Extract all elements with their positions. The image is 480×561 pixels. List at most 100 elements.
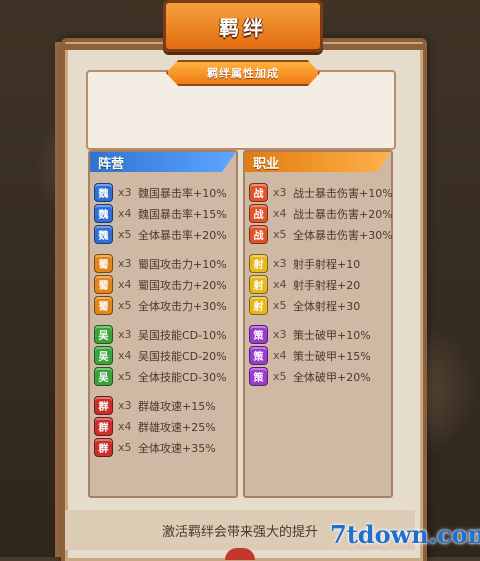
bond-multiplier: x3 xyxy=(273,257,287,270)
bond-multiplier: x4 xyxy=(273,278,287,291)
bond-description: 吴国技能CD-10% xyxy=(138,328,227,342)
bond-description: 射手射程+20 xyxy=(293,278,361,292)
bond-row: 吴 x3 吴国技能CD-10% xyxy=(94,324,227,345)
class-badge-icon: 战 xyxy=(249,204,268,223)
faction-header: 阵营 xyxy=(90,152,236,172)
class-group-1: 射 x3 射手射程+10 射 x4 射手射程+20 射 x5 全体射程+30 xyxy=(249,253,360,316)
bond-description: 全体技能CD-30% xyxy=(138,370,227,384)
faction-group-3: 群 x3 群雄攻速+15% 群 x4 群雄攻速+25% 群 x5 全体攻速+35% xyxy=(94,395,216,458)
faction-badge-icon: 蜀 xyxy=(94,275,113,294)
bond-description: 蜀国攻击力+20% xyxy=(138,278,227,292)
watermark: 7tdown.com xyxy=(330,520,480,549)
bond-row: 群 x5 全体攻速+35% xyxy=(94,437,216,458)
class-badge-icon: 战 xyxy=(249,225,268,244)
bottom-button-edge[interactable] xyxy=(225,548,255,560)
bond-row: 战 x4 战士暴击伤害+20% xyxy=(249,203,393,224)
attribute-bonus-title: 羁绊属性加成 xyxy=(207,67,279,80)
bond-description: 战士暴击伤害+10% xyxy=(293,186,393,200)
class-group-0: 战 x3 战士暴击伤害+10% 战 x4 战士暴击伤害+20% 战 x5 全体暴击伤害+30% xyxy=(249,182,393,245)
faction-badge-icon: 蜀 xyxy=(94,296,113,315)
bond-multiplier: x4 xyxy=(118,207,132,220)
bond-row: 吴 x4 吴国技能CD-20% xyxy=(94,345,227,366)
class-badge-icon: 策 xyxy=(249,325,268,344)
bond-multiplier: x3 xyxy=(273,186,287,199)
bond-row: 群 x3 群雄攻速+15% xyxy=(94,395,216,416)
class-header-label: 职业 xyxy=(253,156,280,172)
bond-multiplier: x5 xyxy=(118,228,132,241)
attribute-bonus-ribbon: 羁绊属性加成 xyxy=(166,60,320,86)
class-badge-icon: 射 xyxy=(249,296,268,315)
bond-multiplier: x5 xyxy=(273,370,287,383)
bond-multiplier: x5 xyxy=(118,299,132,312)
faction-header-label: 阵营 xyxy=(98,156,125,172)
bond-row: 策 x4 策士破甲+15% xyxy=(249,345,371,366)
class-group-2: 策 x3 策士破甲+10% 策 x4 策士破甲+15% 策 x5 全体破甲+20% xyxy=(249,324,371,387)
bond-multiplier: x4 xyxy=(118,420,132,433)
bond-description: 策士破甲+10% xyxy=(293,328,371,342)
faction-group-0: 魏 x3 魏国暴击率+10% 魏 x4 魏国暴击率+15% 魏 x5 全体暴击率+20% xyxy=(94,182,227,245)
faction-badge-icon: 群 xyxy=(94,417,113,436)
bond-description: 全体攻击力+30% xyxy=(138,299,227,313)
bond-description: 群雄攻速+15% xyxy=(138,399,216,413)
bond-row: 策 x5 全体破甲+20% xyxy=(249,366,371,387)
bond-description: 射手射程+10 xyxy=(293,257,361,271)
bond-row: 射 x3 射手射程+10 xyxy=(249,253,360,274)
bond-description: 战士暴击伤害+20% xyxy=(293,207,393,221)
bond-row: 吴 x5 全体技能CD-30% xyxy=(94,366,227,387)
faction-group-1: 蜀 x3 蜀国攻击力+10% 蜀 x4 蜀国攻击力+20% 蜀 x5 全体攻击力+30% xyxy=(94,253,227,316)
title-banner: 羁绊 xyxy=(163,0,323,52)
bond-row: 蜀 x3 蜀国攻击力+10% xyxy=(94,253,227,274)
bond-row: 魏 x3 魏国暴击率+10% xyxy=(94,182,227,203)
bond-description: 全体攻速+35% xyxy=(138,441,216,455)
faction-badge-icon: 魏 xyxy=(94,225,113,244)
bond-row: 射 x5 全体射程+30 xyxy=(249,295,360,316)
bond-description: 蜀国攻击力+10% xyxy=(138,257,227,271)
bond-multiplier: x3 xyxy=(273,328,287,341)
bond-row: 蜀 x5 全体攻击力+30% xyxy=(94,295,227,316)
bond-multiplier: x3 xyxy=(118,328,132,341)
bond-description: 魏国暴击率+10% xyxy=(138,186,227,200)
bond-description: 全体破甲+20% xyxy=(293,370,371,384)
faction-badge-icon: 群 xyxy=(94,396,113,415)
bond-multiplier: x5 xyxy=(118,370,132,383)
footer-text: 激活羁绊会带来强大的提升 xyxy=(161,524,318,540)
bond-multiplier: x5 xyxy=(273,228,287,241)
bond-description: 魏国暴击率+15% xyxy=(138,207,227,221)
class-badge-icon: 射 xyxy=(249,275,268,294)
bond-description: 吴国技能CD-20% xyxy=(138,349,227,363)
class-badge-icon: 战 xyxy=(249,183,268,202)
faction-column: 阵营 魏 x3 魏国暴击率+10% 魏 x4 魏国暴击率+15% 魏 x5 全体暴击率+20% 蜀… xyxy=(88,150,238,498)
bond-description: 群雄攻速+25% xyxy=(138,420,216,434)
class-badge-icon: 射 xyxy=(249,254,268,273)
panel-title: 羁绊 xyxy=(219,15,267,40)
bond-multiplier: x3 xyxy=(118,257,132,270)
bond-description: 全体暴击率+20% xyxy=(138,228,227,242)
bond-description: 策士破甲+15% xyxy=(293,349,371,363)
bond-description: 全体暴击伤害+30% xyxy=(293,228,393,242)
bond-row: 魏 x5 全体暴击率+20% xyxy=(94,224,227,245)
faction-badge-icon: 群 xyxy=(94,438,113,457)
faction-badge-icon: 魏 xyxy=(94,183,113,202)
faction-badge-icon: 吴 xyxy=(94,367,113,386)
faction-badge-icon: 吴 xyxy=(94,346,113,365)
bond-row: 策 x3 策士破甲+10% xyxy=(249,324,371,345)
bond-multiplier: x5 xyxy=(273,299,287,312)
class-badge-icon: 策 xyxy=(249,346,268,365)
faction-badge-icon: 蜀 xyxy=(94,254,113,273)
faction-badge-icon: 魏 xyxy=(94,204,113,223)
bond-multiplier: x4 xyxy=(118,349,132,362)
faction-group-2: 吴 x3 吴国技能CD-10% 吴 x4 吴国技能CD-20% 吴 x5 全体技能CD-30% xyxy=(94,324,227,387)
class-header: 职业 xyxy=(245,152,391,172)
bond-multiplier: x3 xyxy=(118,399,132,412)
bond-row: 群 x4 群雄攻速+25% xyxy=(94,416,216,437)
class-column: 职业 战 x3 战士暴击伤害+10% 战 x4 战士暴击伤害+20% 战 x5 全体暴击伤害+3… xyxy=(243,150,393,498)
faction-badge-icon: 吴 xyxy=(94,325,113,344)
bond-multiplier: x4 xyxy=(273,349,287,362)
bond-row: 战 x3 战士暴击伤害+10% xyxy=(249,182,393,203)
bond-row: 蜀 x4 蜀国攻击力+20% xyxy=(94,274,227,295)
bond-multiplier: x5 xyxy=(118,441,132,454)
bond-row: 战 x5 全体暴击伤害+30% xyxy=(249,224,393,245)
bond-row: 射 x4 射手射程+20 xyxy=(249,274,360,295)
bond-description: 全体射程+30 xyxy=(293,299,361,313)
class-badge-icon: 策 xyxy=(249,367,268,386)
